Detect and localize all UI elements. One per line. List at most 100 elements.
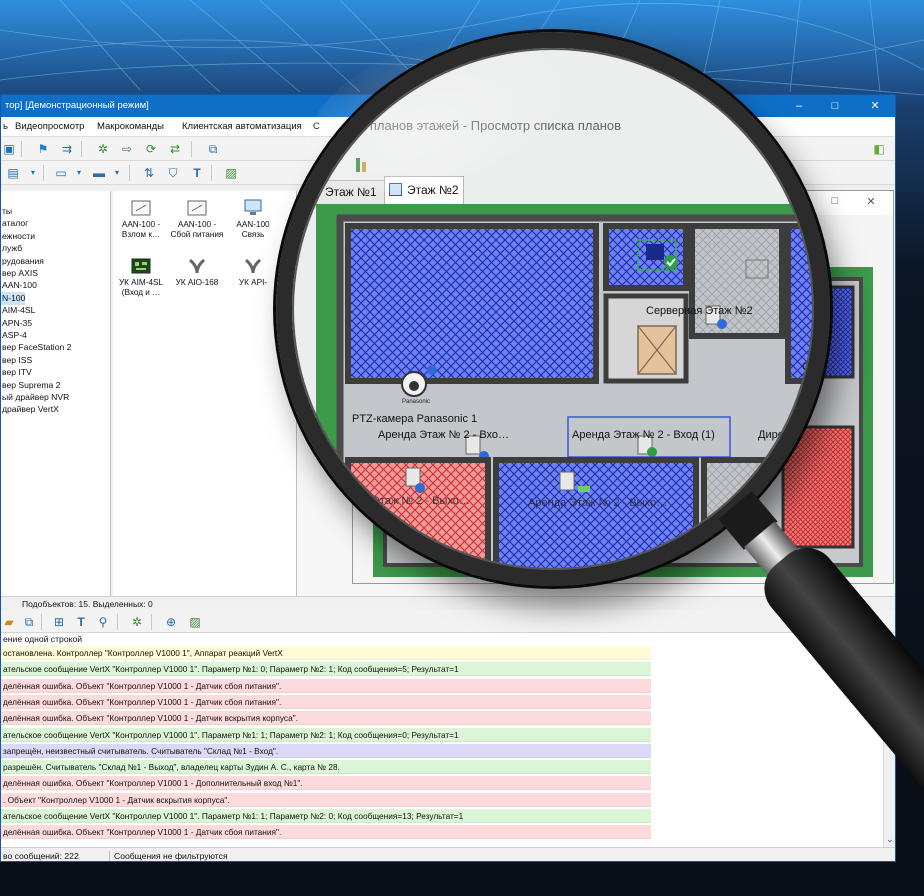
settings-icon[interactable]: ✲ bbox=[95, 141, 111, 157]
sort-icon[interactable]: ⇅ bbox=[141, 165, 157, 181]
image-icon[interactable]: ▨ bbox=[187, 614, 203, 630]
image-icon[interactable]: ▨ bbox=[223, 165, 239, 181]
window-icon[interactable]: ⧉ bbox=[205, 141, 221, 157]
minimize-button[interactable]: – bbox=[787, 195, 807, 207]
text-icon[interactable]: T bbox=[189, 165, 205, 181]
menu-item-video[interactable]: Видеопросмотр bbox=[15, 121, 84, 132]
panel-icon[interactable]: ▭ bbox=[53, 165, 69, 181]
chevron-down-icon[interactable]: ▾ bbox=[109, 165, 125, 181]
log-row[interactable]: разрешён. Считыватель "Склад №1 - Выход"… bbox=[1, 760, 651, 775]
tree-node[interactable]: драйвер VertX bbox=[1, 403, 59, 416]
objects-count-text: Подобъектов: 15. Выделенных: 0 bbox=[22, 599, 153, 609]
grid-item-label: УК AIM-4SL (Вход и … bbox=[118, 278, 164, 297]
chevron-down-icon[interactable]: ⌄ bbox=[886, 834, 894, 845]
event-log: ение одной строкой остановлена. Контролл… bbox=[1, 633, 895, 847]
close-button[interactable]: ✕ bbox=[860, 95, 890, 117]
zoom-icon[interactable]: ⊕ bbox=[163, 614, 179, 630]
maximize-button[interactable]: □ bbox=[825, 195, 845, 207]
tree-node[interactable]: аталог bbox=[1, 217, 28, 230]
log-row[interactable]: делённая ошибка. Объект "Контроллер V100… bbox=[1, 711, 651, 726]
tree-node[interactable]: AAN-100 bbox=[1, 279, 37, 292]
tree-node[interactable]: ый драйвер NVR bbox=[1, 391, 69, 404]
tree-node[interactable]: ежности bbox=[1, 230, 35, 243]
grid-item-label: AAN-100 - Взлом к… bbox=[121, 220, 161, 239]
grid-item[interactable]: AAN-100 - Взлом к… bbox=[113, 199, 169, 240]
menu-item-partial[interactable]: С bbox=[313, 121, 320, 132]
log-row[interactable]: ательское сообщение VertX "Контроллер V1… bbox=[1, 809, 651, 823]
tree-node[interactable]: AIM-4SL bbox=[1, 304, 35, 317]
messages-count-text: во сообщений: 222 bbox=[3, 851, 79, 861]
tree-node[interactable]: ты bbox=[1, 205, 12, 218]
grid-icon[interactable]: ⊞ bbox=[51, 614, 67, 630]
settings-icon[interactable]: ✲ bbox=[129, 614, 145, 630]
sensor-box-icon bbox=[131, 200, 151, 216]
log-row[interactable]: делённая ошибка. Объект "Контроллер V100… bbox=[1, 694, 651, 709]
save-icon[interactable]: ▣ bbox=[1, 141, 17, 157]
menu-item-macros[interactable]: Макрокоманды bbox=[97, 121, 164, 132]
floor-plan-small bbox=[373, 267, 873, 577]
tree-node[interactable]: ASP-4 bbox=[1, 329, 27, 342]
objects-grid: AAN-100 - Взлом к… AAN-100 - Сбой питани… bbox=[113, 191, 297, 596]
tree-node[interactable]: вер ISS bbox=[1, 354, 32, 367]
controller-board-icon bbox=[131, 258, 151, 274]
filter-icon[interactable]: ⛉ bbox=[165, 165, 181, 181]
close-button[interactable]: ✕ bbox=[861, 195, 881, 208]
tree-node[interactable]: APN-35 bbox=[1, 317, 32, 330]
flag-icon[interactable]: ⚑ bbox=[35, 141, 51, 157]
object-tree[interactable]: ты аталог ежности лужб рудования вер AXIS AAN-… bbox=[1, 191, 111, 596]
text-icon[interactable]: T bbox=[73, 614, 89, 630]
log-row[interactable]: делённая ошибка. Объект "Контроллер V100… bbox=[1, 825, 651, 840]
tree-node[interactable]: лужб bbox=[1, 242, 22, 255]
toolbar-secondary: ▤ ▾ ▭ ▾ ▬ ▾ ⇅ ⛉ T ▨ bbox=[1, 161, 895, 185]
minimize-button[interactable]: – bbox=[784, 95, 814, 117]
view-icon[interactable]: ▤ bbox=[5, 165, 21, 181]
grid-item-label: AAN-100 - Сбой питания bbox=[170, 220, 224, 239]
log-row[interactable]: . Объект "Контроллер V1000 1 - Датчик вс… bbox=[1, 792, 651, 807]
menu-item-file[interactable]: ь bbox=[3, 121, 8, 132]
tree-node[interactable]: N-100 bbox=[1, 291, 26, 305]
sync-icon[interactable]: ⟳ bbox=[143, 141, 159, 157]
grid-item[interactable]: УК API- bbox=[225, 257, 281, 288]
window-title: тор] [Демонстрационный режим] bbox=[5, 100, 149, 111]
log-row[interactable]: остановлена. Контроллер "Контроллер V100… bbox=[1, 646, 651, 660]
menu-item-client-automation[interactable]: Клиентская автоматизация bbox=[182, 121, 302, 132]
chevron-down-icon[interactable]: ▾ bbox=[25, 165, 41, 181]
grid-item-label: AAN-100 Связь bbox=[236, 220, 270, 239]
sensor-box-icon bbox=[187, 200, 207, 216]
y-splitter-icon bbox=[244, 258, 262, 274]
grid-item[interactable]: AAN-100 - Сбой питания bbox=[169, 199, 225, 240]
grid-item-label: УК AIO-168 bbox=[175, 278, 219, 287]
log-scrollbar[interactable]: ⌄ bbox=[883, 646, 895, 847]
maximize-button[interactable]: □ bbox=[820, 95, 850, 117]
layout-icon[interactable]: ▬ bbox=[91, 165, 107, 181]
plugin-icon[interactable]: ◧ bbox=[871, 141, 887, 157]
tree-node[interactable]: рудования bbox=[1, 255, 44, 268]
folder-icon[interactable]: ▰ bbox=[1, 614, 17, 630]
log-row[interactable]: делённая ошибка. Объект "Контроллер V100… bbox=[1, 678, 651, 693]
objects-status-bar: Подобъектов: 15. Выделенных: 0 bbox=[1, 596, 895, 610]
grid-item[interactable]: УК AIM-4SL (Вход и … bbox=[113, 257, 169, 298]
log-row[interactable]: ательское сообщение VertX "Контроллер V1… bbox=[1, 662, 651, 677]
tree-node[interactable]: вер AXIS bbox=[1, 267, 38, 280]
filter-status-text: Сообщения не фильтруются bbox=[109, 851, 228, 861]
log-row[interactable]: запрещён, неизвестный считыватель. Считы… bbox=[1, 743, 651, 758]
tree-node[interactable]: вер Suprema 2 bbox=[1, 379, 60, 392]
link-icon[interactable]: ⇄ bbox=[167, 141, 183, 157]
log-row[interactable]: ательское сообщение VertX "Контроллер V1… bbox=[1, 727, 651, 742]
chevron-down-icon[interactable]: ▾ bbox=[71, 165, 87, 181]
tree-node[interactable]: вер FaceStation 2 bbox=[1, 341, 71, 354]
grid-item[interactable]: AAN-100 Связь bbox=[225, 199, 281, 240]
tree-node[interactable]: вер ITV bbox=[1, 366, 32, 379]
log-row[interactable]: делённая ошибка. Объект "Контроллер V100… bbox=[1, 776, 651, 791]
computer-icon bbox=[244, 199, 262, 215]
floor-plan-window-titlebar[interactable]: – □ ✕ bbox=[353, 191, 893, 215]
toolbar-main: ▣ ⚑ ⇉ ✲ ⇨ ⟳ ⇄ ⧉ ◧ bbox=[1, 137, 895, 161]
export-icon[interactable]: ⇉ bbox=[59, 141, 75, 157]
title-bar[interactable]: тор] [Демонстрационный режим] – □ ✕ bbox=[1, 95, 895, 117]
grid-item[interactable]: УК AIO-168 bbox=[169, 257, 225, 288]
search-icon[interactable]: ⚲ bbox=[95, 614, 111, 630]
log-toolbar: ▰ ⧉ ⊞ T ⚲ ✲ ⊕ ▨ bbox=[1, 610, 895, 633]
forward-icon[interactable]: ⇨ bbox=[119, 141, 135, 157]
window-icon[interactable]: ⧉ bbox=[21, 614, 37, 630]
log-header: ение одной строкой bbox=[3, 634, 83, 644]
